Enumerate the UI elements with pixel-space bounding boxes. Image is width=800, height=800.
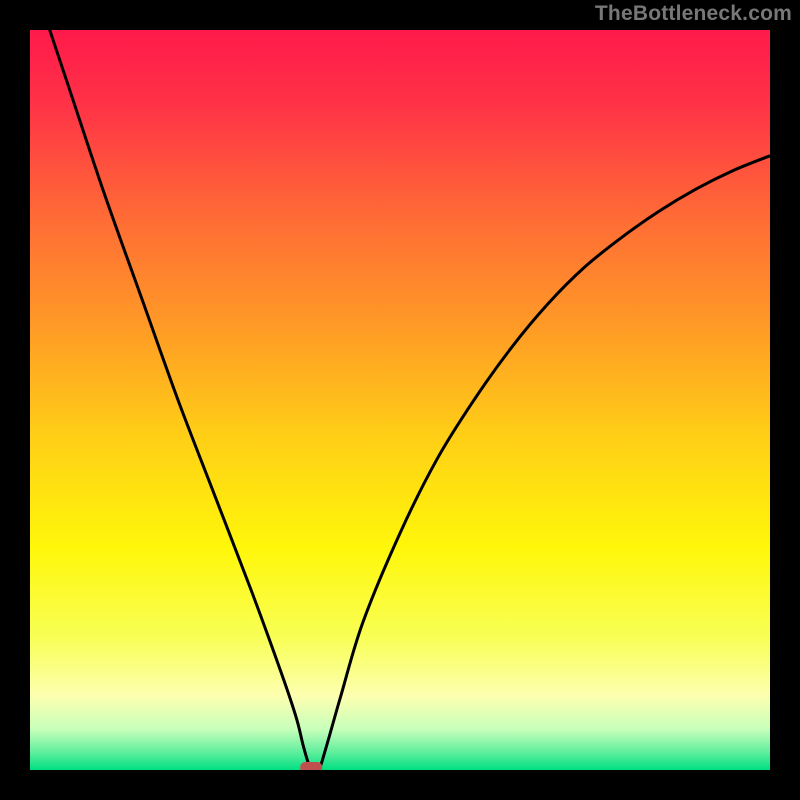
plot-area — [30, 30, 770, 770]
optimum-marker — [300, 762, 322, 770]
chart-frame: TheBottleneck.com — [0, 0, 800, 800]
watermark-text: TheBottleneck.com — [595, 2, 792, 26]
chart-svg — [30, 30, 770, 770]
gradient-background — [30, 30, 770, 770]
